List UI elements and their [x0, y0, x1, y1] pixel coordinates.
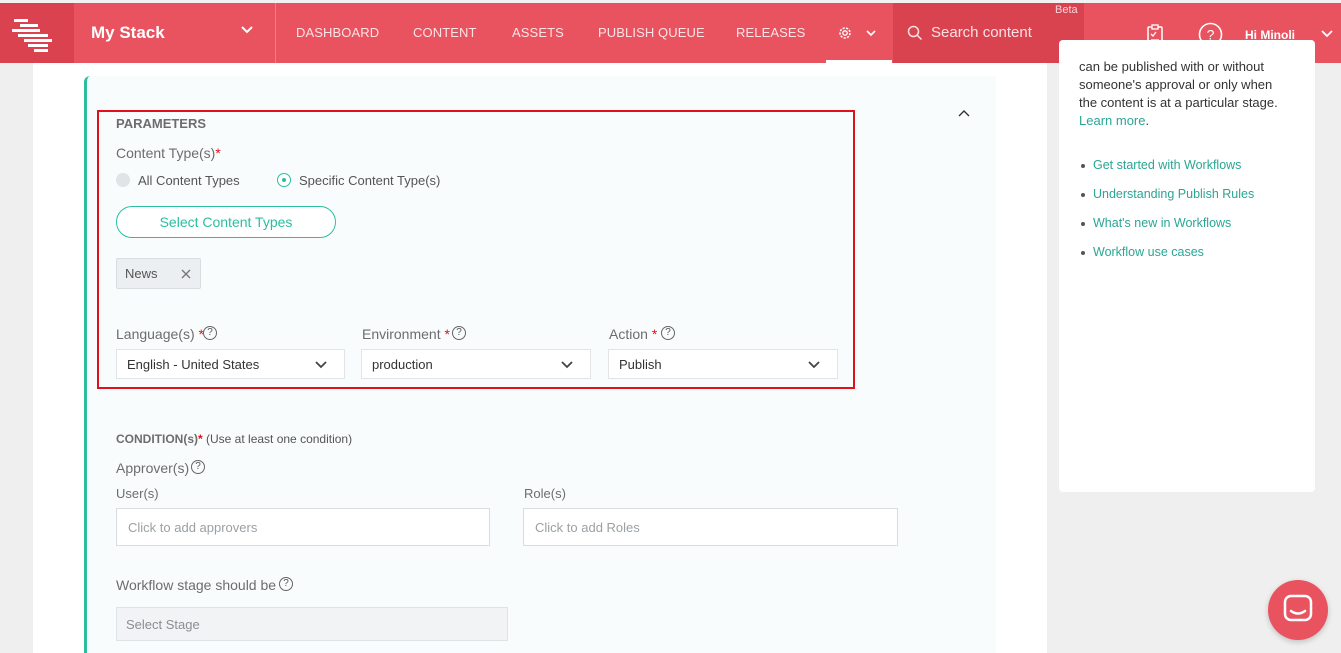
chat-launcher-button[interactable]: [1268, 580, 1328, 640]
radio-specific-content-types[interactable]: [277, 173, 291, 187]
chevron-down-icon: [241, 26, 253, 34]
language-value: English - United States: [127, 357, 260, 372]
help-circle-icon[interactable]: ?: [279, 577, 293, 591]
help-link-publish-rules[interactable]: Understanding Publish Rules: [1081, 187, 1254, 201]
search-input[interactable]: Search content: [931, 24, 1032, 41]
chevron-down-icon: [561, 361, 573, 369]
approvers-roles-input[interactable]: Click to add Roles: [523, 508, 898, 546]
nav-content[interactable]: CONTENT: [413, 25, 477, 40]
action-select[interactable]: Publish: [608, 349, 838, 379]
radio-specific-label[interactable]: Specific Content Type(s): [299, 173, 440, 188]
environment-value: production: [372, 357, 433, 372]
tag-label: News: [125, 266, 158, 281]
stack-switcher[interactable]: My Stack: [74, 3, 276, 63]
action-value: Publish: [619, 357, 662, 372]
radio-all-content-types[interactable]: [116, 173, 130, 187]
settings-menu[interactable]: [826, 3, 892, 63]
select-content-types-button[interactable]: Select Content Types: [116, 206, 336, 238]
gear-icon: [839, 27, 851, 39]
nav-dashboard[interactable]: DASHBOARD: [296, 25, 379, 40]
chat-icon: [1283, 594, 1313, 622]
search-icon: [907, 25, 923, 41]
help-circle-icon[interactable]: ?: [191, 460, 205, 474]
environment-select[interactable]: production: [361, 349, 591, 379]
roles-placeholder: Click to add Roles: [535, 520, 640, 535]
content-types-label: Content Type(s)*: [116, 145, 221, 161]
topbar-overlay-spacer: [1059, 0, 1341, 63]
language-label: Language(s) *: [116, 326, 204, 342]
stage-placeholder: Select Stage: [126, 617, 200, 632]
users-label: User(s): [116, 486, 159, 501]
workflow-stage-select[interactable]: Select Stage: [116, 607, 508, 641]
chevron-down-icon: [315, 361, 327, 369]
radio-all-label[interactable]: All Content Types: [138, 173, 240, 188]
nav-assets[interactable]: ASSETS: [512, 25, 564, 40]
action-label: Action *: [609, 326, 658, 342]
learn-more-link[interactable]: Learn more: [1079, 113, 1145, 128]
help-link-use-cases[interactable]: Workflow use cases: [1081, 245, 1204, 259]
parameters-heading: PARAMETERS: [116, 116, 207, 131]
users-placeholder: Click to add approvers: [128, 520, 258, 535]
stack-name: My Stack: [91, 23, 165, 42]
chevron-down-icon: [866, 30, 876, 37]
help-description: can be published with or without someone…: [1079, 59, 1278, 128]
workflow-stage-label: Workflow stage should be: [116, 577, 277, 593]
environment-label: Environment *: [362, 326, 450, 342]
help-circle-icon[interactable]: ?: [452, 326, 466, 340]
roles-label: Role(s): [524, 486, 566, 501]
help-circle-icon[interactable]: ?: [203, 326, 217, 340]
approvers-users-input[interactable]: Click to add approvers: [116, 508, 490, 546]
approvers-label: Approver(s): [116, 460, 190, 476]
help-link-get-started[interactable]: Get started with Workflows: [1081, 158, 1241, 172]
logo-icon: [12, 19, 52, 52]
language-select[interactable]: English - United States: [116, 349, 345, 379]
chevron-up-icon[interactable]: [958, 110, 970, 118]
content-type-tag: News: [116, 258, 201, 289]
help-circle-icon[interactable]: ?: [661, 326, 675, 340]
conditions-heading: CONDITION(s)* (Use at least one conditio…: [116, 432, 353, 446]
chevron-down-icon: [808, 361, 820, 369]
nav-publish-queue[interactable]: PUBLISH QUEUE: [598, 25, 705, 40]
nav-releases[interactable]: RELEASES: [736, 25, 805, 40]
close-icon[interactable]: [180, 268, 192, 280]
help-link-whats-new[interactable]: What's new in Workflows: [1081, 216, 1231, 230]
help-sidebar-card: can be published with or without someone…: [1059, 40, 1315, 492]
contentstack-logo[interactable]: [0, 3, 74, 63]
